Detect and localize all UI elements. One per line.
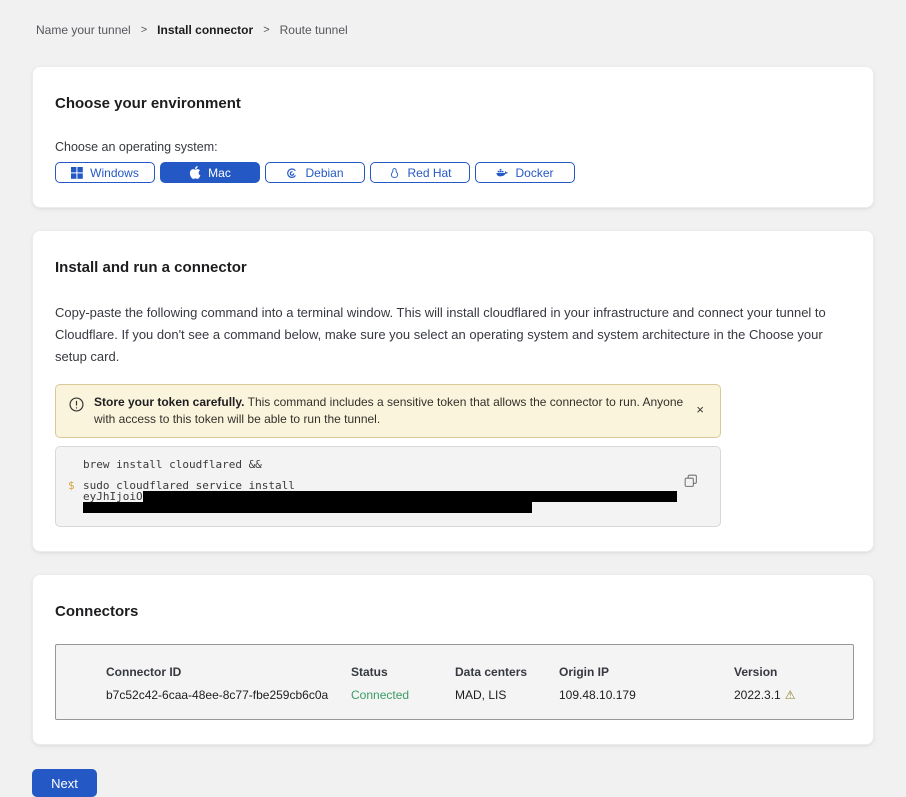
redacted-token-bar — [143, 491, 677, 502]
os-button-label: Windows — [90, 166, 139, 180]
os-button-debian[interactable]: Debian — [265, 162, 365, 183]
header-connector-id: Connector ID — [106, 665, 351, 679]
version-number: 2022.3.1 — [734, 688, 781, 702]
token-warning-title: Store your token carefully. — [94, 395, 245, 409]
shell-prompt: $ — [68, 480, 83, 513]
os-button-label: Docker — [515, 166, 553, 180]
version-warning-icon[interactable]: ⚠ — [785, 688, 796, 702]
environment-card: Choose your environment Choose an operat… — [32, 66, 874, 208]
data-centers-value: MAD, LIS — [455, 688, 559, 702]
install-command-code-block: brew install cloudflared && $ sudo cloud… — [55, 446, 721, 527]
status-badge: Connected — [351, 688, 455, 702]
environment-card-title: Choose your environment — [55, 95, 851, 112]
install-card: Install and run a connector Copy-paste t… — [32, 230, 874, 552]
docker-logo-icon — [496, 167, 508, 179]
os-select-label: Choose an operating system: — [55, 140, 851, 154]
code-line: $ sudo cloudflared service installeyJhIj… — [68, 480, 706, 513]
breadcrumb-separator: > — [141, 24, 147, 36]
breadcrumb-name-your-tunnel[interactable]: Name your tunnel — [36, 23, 131, 37]
os-button-label: Debian — [305, 166, 343, 180]
connector-id-value: b7c52c42-6caa-48ee-8c77-fbe259cb6c0a — [106, 688, 351, 702]
breadcrumb-separator: > — [263, 24, 269, 36]
info-circle-icon — [69, 397, 84, 417]
header-version: Version — [734, 665, 853, 679]
warning-close-icon[interactable]: × — [694, 403, 706, 416]
redhat-logo-icon — [388, 167, 400, 179]
install-description: Copy-paste the following command into a … — [55, 302, 851, 368]
breadcrumb: Name your tunnel > Install connector > R… — [32, 23, 874, 37]
windows-logo-icon — [71, 167, 83, 179]
os-button-redhat[interactable]: Red Hat — [370, 162, 470, 183]
os-button-windows[interactable]: Windows — [55, 162, 155, 183]
code-line-brew: brew install cloudflared && — [83, 459, 706, 470]
debian-logo-icon — [286, 167, 298, 179]
header-origin-ip: Origin IP — [559, 665, 734, 679]
header-status: Status — [351, 665, 455, 679]
breadcrumb-install-connector[interactable]: Install connector — [157, 23, 253, 37]
code-line-install: sudo cloudflared service installeyJhIjoi… — [83, 480, 706, 513]
os-button-mac[interactable]: Mac — [160, 162, 260, 183]
header-data-centers: Data centers — [455, 665, 559, 679]
version-value: 2022.3.1 ⚠ — [734, 688, 853, 702]
os-button-label: Mac — [208, 166, 231, 180]
os-button-group: Windows Mac Debian Red Hat — [55, 162, 851, 183]
connector-row: b7c52c42-6caa-48ee-8c77-fbe259cb6c0a Con… — [106, 688, 853, 702]
connectors-table-header: Connector ID Status Data centers Origin … — [106, 665, 853, 679]
os-button-docker[interactable]: Docker — [475, 162, 575, 183]
breadcrumb-route-tunnel[interactable]: Route tunnel — [280, 23, 348, 37]
origin-ip-value: 109.48.10.179 — [559, 688, 734, 702]
install-card-title: Install and run a connector — [55, 259, 851, 276]
connectors-card: Connectors Connector ID Status Data cent… — [32, 574, 874, 745]
copy-icon[interactable] — [684, 474, 698, 488]
redacted-token-bar — [83, 502, 532, 513]
tunnel-setup-page: Name your tunnel > Install connector > R… — [0, 0, 906, 797]
os-button-label: Red Hat — [407, 166, 451, 180]
code-line: brew install cloudflared && — [68, 459, 706, 470]
next-button[interactable]: Next — [32, 769, 97, 797]
token-warning-text: Store your token carefully. This command… — [94, 394, 684, 428]
connectors-card-title: Connectors — [55, 603, 851, 620]
token-warning-banner: Store your token carefully. This command… — [55, 384, 721, 438]
connectors-table: Connector ID Status Data centers Origin … — [55, 644, 854, 720]
apple-logo-icon — [189, 167, 201, 179]
prompt-spacer — [68, 459, 83, 470]
